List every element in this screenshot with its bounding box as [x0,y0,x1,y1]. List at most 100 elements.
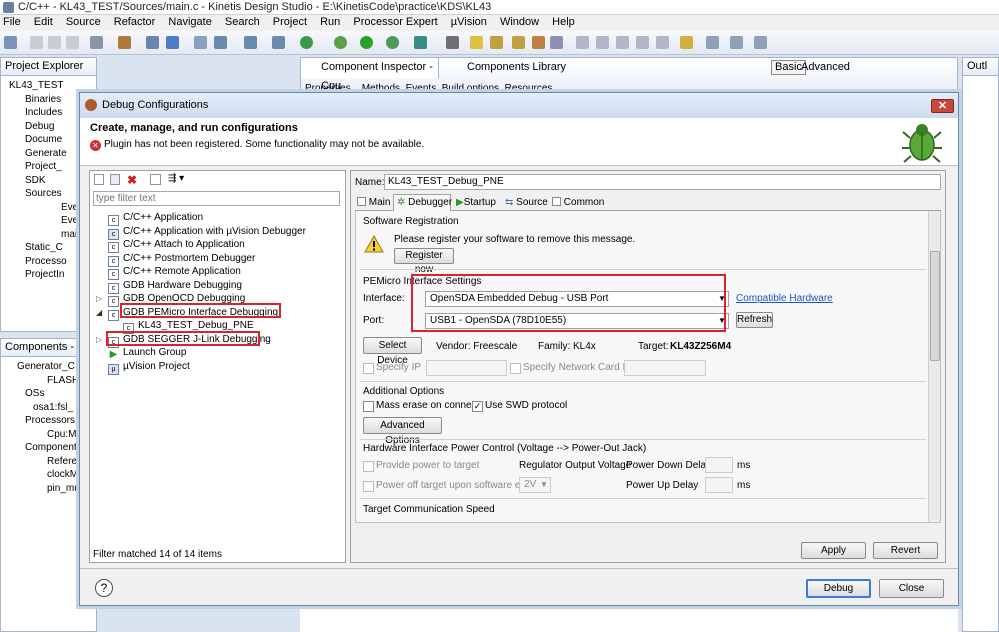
config-type-label: µVision Project [123,360,190,372]
nic-input[interactable] [624,360,706,376]
config-type-item[interactable]: c C/C++ Postmortem Debugger [108,252,255,267]
filter-icon[interactable]: ⇶ ▾ [168,173,184,184]
help-icon[interactable]: ? [95,579,113,597]
new-icon[interactable] [4,36,17,49]
scrollbar[interactable] [928,211,940,522]
tab-startup[interactable]: ▶Startup [456,197,496,208]
save-icon[interactable] [30,36,43,49]
tab-source[interactable]: ⇆ Source [505,197,548,208]
scrollbar-thumb[interactable] [930,251,940,361]
collapse-arrow-icon[interactable]: ◢ [96,306,102,319]
refresh-icon[interactable] [300,36,313,49]
debug-config-icon[interactable] [146,36,159,49]
menu-edit[interactable]: Edit [34,16,53,28]
revert-button[interactable]: Revert [873,542,938,559]
run-icon[interactable] [360,36,373,49]
menu-window[interactable]: Window [500,16,539,28]
component-icon[interactable] [166,36,179,49]
expand-arrow-icon[interactable]: ▷ [96,292,102,305]
debug-button[interactable]: Debug [806,579,871,598]
save-all-icon[interactable] [48,36,61,49]
menu-uvision[interactable]: µVision [451,16,487,28]
config-type-item[interactable]: c C/C++ Remote Application [108,265,241,280]
highlight-icon[interactable] [470,36,483,49]
config-type-item[interactable]: c C/C++ Application [108,211,203,226]
power-up-delay-input[interactable] [705,477,733,493]
compatible-hardware-link[interactable]: Compatible Hardware [736,293,833,304]
power-down-delay-label: Power Down Delay [626,460,712,471]
terminal-icon[interactable] [194,36,207,49]
menu-refactor[interactable]: Refactor [114,16,156,28]
config-type-item[interactable]: ▶ Launch Group [108,346,186,361]
menu-processor-expert[interactable]: Processor Expert [353,16,437,28]
forward-icon[interactable] [730,36,743,49]
tab-components-library[interactable]: Components Library [451,58,566,78]
doc-icon[interactable] [576,36,589,49]
close-button[interactable]: Close [879,579,944,598]
tab-debugger[interactable]: ✲ Debugger [393,194,452,211]
menu-project[interactable]: Project [273,16,307,28]
back-icon[interactable] [706,36,719,49]
print-icon[interactable] [66,36,79,49]
advanced-options-button[interactable]: Advanced Options [363,417,442,446]
config-name-input[interactable]: KL43_TEST_Debug_PNE [384,174,941,190]
menu-run[interactable]: Run [320,16,340,28]
specify-ip-checkbox[interactable] [363,363,374,374]
config-type-item[interactable]: c C/C++ Application with µVision Debugger [108,225,306,240]
next-annotation-icon[interactable] [680,36,693,49]
collapse-all-icon[interactable] [150,174,161,185]
gear-icon[interactable] [90,36,103,49]
outline-tab[interactable]: Outl [963,58,998,76]
dialog-close-button[interactable]: ✕ [931,99,954,113]
duplicate-icon[interactable] [110,174,120,185]
build-icon[interactable] [118,36,131,49]
doc4-icon[interactable] [636,36,649,49]
expand-arrow-icon[interactable]: ▷ [96,333,102,346]
advanced-toggle[interactable]: Advanced [801,60,850,75]
power-off-checkbox[interactable] [363,481,374,492]
pin-icon[interactable] [446,36,459,49]
tab-common[interactable]: Common [552,197,604,208]
voltage-select[interactable]: 2V ▼ [519,477,551,493]
project-explorer-tab[interactable]: Project Explorer [1,58,96,76]
forward2-icon[interactable] [754,36,767,49]
menu-file[interactable]: File [3,16,21,28]
tab-component-inspector[interactable]: Component Inspector - Cpu [301,58,439,92]
filter-input[interactable] [93,191,340,206]
annotation-icon[interactable] [490,36,503,49]
config-type-item[interactable]: c GDB Hardware Debugging [108,279,242,294]
external-tools-icon[interactable] [386,36,399,49]
new-project-icon[interactable] [214,36,227,49]
folder-icon[interactable] [512,36,525,49]
power-down-delay-input[interactable] [705,457,733,473]
menu-source[interactable]: Source [66,16,101,28]
tree-item[interactable]: KL43_TEST [9,79,96,93]
menu-search[interactable]: Search [225,16,260,28]
bug-icon[interactable] [334,36,347,49]
edit-icon[interactable] [532,36,545,49]
tools-icon[interactable] [550,36,563,49]
doc2-icon[interactable] [596,36,609,49]
new-folder-icon[interactable] [272,36,285,49]
family-info: Family: KL4x [538,341,596,352]
register-now-button[interactable]: Register now [394,248,454,275]
menu-navigate[interactable]: Navigate [168,16,211,28]
new-class-icon[interactable] [244,36,257,49]
config-type-item[interactable]: c C/C++ Attach to Application [108,238,245,253]
ip-input[interactable] [426,360,507,376]
tab-main[interactable]: Main [357,197,390,208]
search-icon[interactable] [414,36,427,49]
apply-button[interactable]: Apply [801,542,866,559]
doc5-icon[interactable] [656,36,669,49]
doc3-icon[interactable] [616,36,629,49]
new-config-icon[interactable] [94,174,104,185]
specify-nic-checkbox[interactable] [510,363,521,374]
config-type-item[interactable]: µ µVision Project [108,360,190,375]
select-device-button[interactable]: Select Device [363,337,422,366]
mass-erase-checkbox[interactable] [363,401,374,412]
provide-power-checkbox[interactable] [363,461,374,472]
menu-help[interactable]: Help [552,16,575,28]
delete-icon[interactable]: ✖ [127,173,137,187]
swd-checkbox[interactable]: ✓ [472,401,483,412]
refresh-button[interactable]: Refresh [736,312,773,328]
